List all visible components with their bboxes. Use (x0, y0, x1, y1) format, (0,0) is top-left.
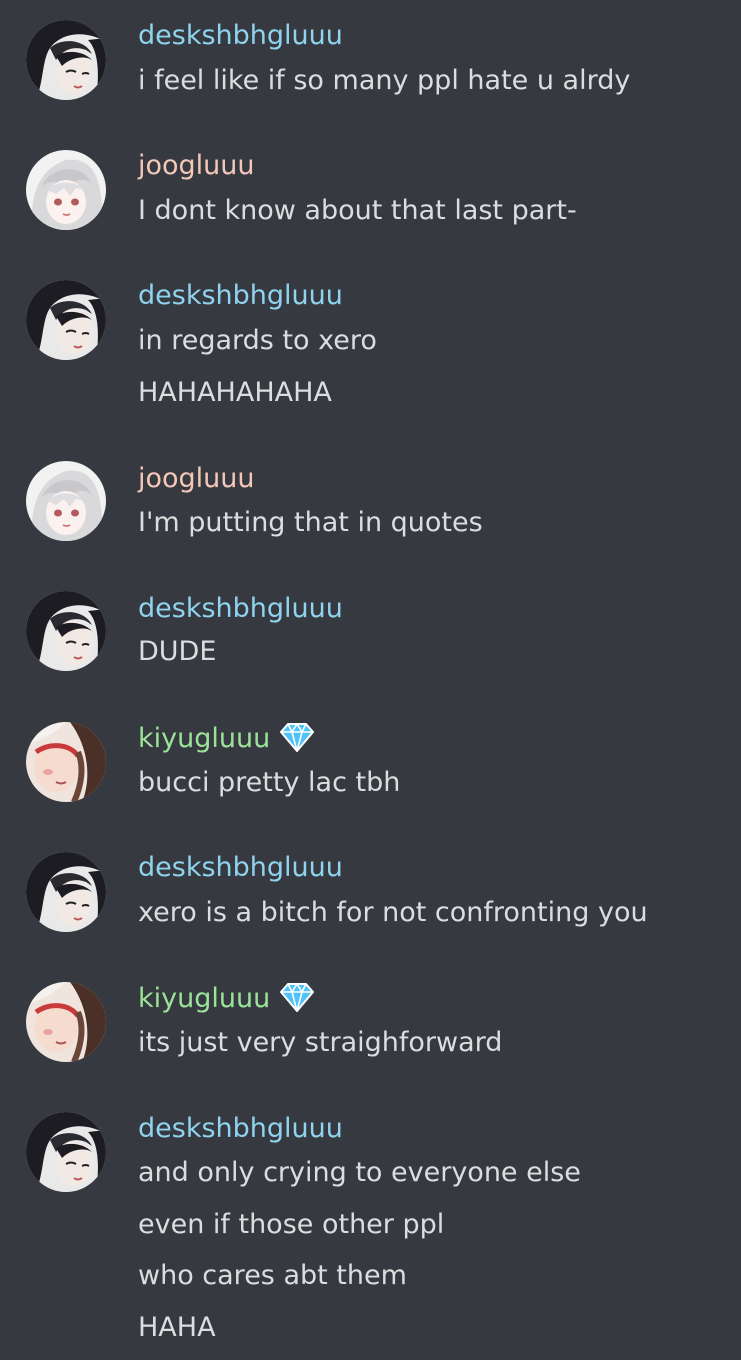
message-text: even if those other ppl (138, 1209, 445, 1240)
message-text: bucci pretty lac tbh (138, 767, 401, 798)
username-text: kiyugluuu (138, 983, 271, 1014)
message-text: HAHAHAHAHA (138, 377, 332, 408)
username[interactable]: kiyugluuu (138, 721, 315, 757)
diamond-badge-icon[interactable] (280, 982, 315, 1012)
user-avatar[interactable] (26, 852, 106, 932)
message-text: i feel like if so many ppl hate u alrdy (138, 65, 631, 96)
user-avatar[interactable] (26, 591, 106, 671)
user-avatar[interactable] (26, 461, 106, 541)
user-avatar[interactable] (26, 982, 106, 1062)
user-avatar[interactable] (26, 280, 106, 360)
username[interactable]: deskshbhgluuu (138, 1111, 343, 1147)
message-text: who cares abt them (138, 1260, 407, 1291)
message-text: HAHA (138, 1312, 216, 1343)
username[interactable]: joogluuu (138, 148, 255, 184)
username[interactable]: deskshbhgluuu (138, 591, 343, 627)
username[interactable]: kiyugluuu (138, 981, 315, 1017)
user-avatar[interactable] (26, 150, 106, 230)
message-text: xero is a bitch for not confronting you (138, 897, 648, 928)
username[interactable]: deskshbhgluuu (138, 18, 343, 54)
username-text: kiyugluuu (138, 723, 271, 754)
message-text: and only crying to everyone else (138, 1157, 581, 1188)
message-text: I'm putting that in quotes (138, 507, 483, 538)
username[interactable]: deskshbhgluuu (138, 850, 343, 886)
user-avatar[interactable] (26, 1112, 106, 1192)
user-avatar[interactable] (26, 20, 106, 100)
message-text: DUDE (138, 636, 217, 667)
message-text: in regards to xero (138, 325, 377, 356)
message-text: its just very straighforward (138, 1027, 503, 1058)
username[interactable]: joogluuu (138, 461, 255, 497)
username[interactable]: deskshbhgluuu (138, 278, 343, 314)
message-text: I dont know about that last part- (138, 195, 577, 226)
user-avatar[interactable] (26, 722, 106, 802)
diamond-badge-icon[interactable] (280, 722, 315, 752)
